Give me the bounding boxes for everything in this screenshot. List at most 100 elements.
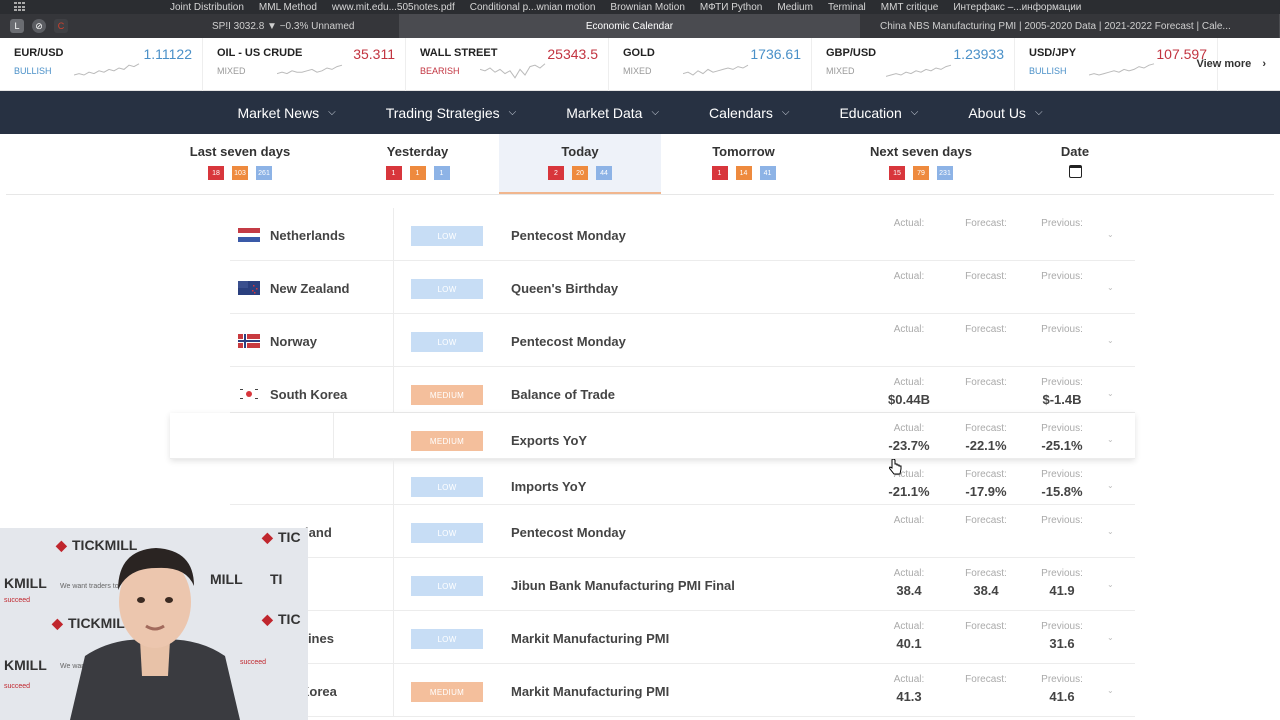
pinned-tab-circle-icon[interactable]: ⊘ (32, 19, 46, 33)
event-name[interactable]: Queen's Birthday (511, 281, 618, 296)
chevron-down-icon: ⌵ (1034, 107, 1043, 118)
bookmark-item[interactable]: MMT critique (881, 2, 939, 13)
tab-spx[interactable]: SP!I 3032.8 ▼ −0.3% Unnamed (200, 14, 400, 38)
calendar-row[interactable]: Korea MEDIUM Markit Manufacturing PMI Actua… (230, 664, 1135, 717)
bookmark-item[interactable]: Интерфакс –...информации (953, 2, 1081, 13)
previous-value: Previous: -15.8% (1032, 469, 1092, 499)
actual-value: Actual: 38.4 (879, 568, 939, 598)
day-tab-next-seven-days[interactable]: Next seven days 15 79 231 (845, 134, 997, 194)
expand-chevron-icon[interactable]: ⌄ (1107, 527, 1114, 536)
previous-value: Previous: (1032, 515, 1092, 530)
ticker-sentiment: MIXED (623, 66, 652, 76)
expand-chevron-icon[interactable]: ⌄ (1107, 389, 1114, 398)
calendar-row[interactable]: Netherlands LOW Pentecost Monday Actual: For… (230, 208, 1135, 261)
chevron-down-icon: ⌵ (328, 107, 336, 118)
bookmark-item[interactable]: Conditional p...wnian motion (470, 2, 596, 13)
ticker-item[interactable]: OIL - US CRUDE 35.311 MIXED (203, 38, 406, 91)
expand-chevron-icon[interactable]: ⌄ (1107, 283, 1114, 292)
ticker-item[interactable]: GBP/USD 1.23933 MIXED (812, 38, 1015, 91)
expand-chevron-icon[interactable]: ⌄ (1107, 686, 1114, 695)
calendar-row[interactable]: LOW Jibun Bank Manufacturing PMI Final Act… (230, 558, 1135, 611)
previous-label: Previous: (1041, 674, 1083, 685)
apps-grid-icon[interactable] (14, 2, 28, 12)
expand-chevron-icon[interactable]: ⌄ (1107, 633, 1114, 642)
event-name[interactable]: Exports YoY (511, 433, 587, 448)
calendar-row[interactable]: MEDIUM Exports YoY Actual: -23.7% Forecast: -… (170, 413, 1135, 459)
bookmark-item[interactable]: www.mit.edu...505notes.pdf (332, 2, 455, 13)
pinned-tab-c-icon[interactable]: C (54, 19, 68, 33)
row-divider (393, 314, 394, 366)
ticker-item[interactable]: GOLD 1736.61 MIXED (609, 38, 812, 91)
nav-market-data[interactable]: Market Data ⌵ (541, 105, 684, 121)
calendar-row[interactable]: LOW Imports YoY Actual: -21.1% Forecast: -17.… (230, 459, 1135, 505)
expand-chevron-icon[interactable]: ⌄ (1107, 230, 1114, 239)
event-name[interactable]: Imports YoY (511, 479, 586, 494)
calendar-row[interactable]: rland LOW Pentecost Monday Actual: Forecast:… (230, 505, 1135, 558)
event-name[interactable]: Pentecost Monday (511, 228, 626, 243)
calendar-row[interactable]: New Zealand LOW Queen's Birthday Actual: For… (230, 261, 1135, 314)
tab-economic-calendar[interactable]: Economic Calendar (400, 14, 860, 38)
expand-chevron-icon[interactable]: ⌄ (1107, 580, 1114, 589)
day-tab-tomorrow[interactable]: Tomorrow 1 14 41 (680, 134, 807, 194)
nav-calendars[interactable]: Calendars ⌵ (684, 105, 814, 121)
pinned-tabs: L ⊘ C (0, 14, 200, 38)
ticker-item[interactable]: EUR/USD 1.11122 BULLISH (0, 38, 203, 91)
importance-badge: LOW (411, 226, 483, 246)
bookmark-item[interactable]: Medium (777, 2, 813, 13)
expand-chevron-icon[interactable]: ⌄ (1107, 435, 1114, 444)
svg-text:TI: TI (270, 571, 282, 587)
event-name[interactable]: Balance of Trade (511, 387, 615, 402)
bookmark-item[interactable]: Brownian Motion (610, 2, 684, 13)
expand-chevron-icon[interactable]: ⌄ (1107, 481, 1114, 490)
day-tab-last-seven-days[interactable]: Last seven days 18 103 261 (170, 134, 310, 194)
event-name[interactable]: Markit Manufacturing PMI (511, 631, 669, 646)
actual-number: -23.7% (888, 438, 930, 453)
nav-about-us[interactable]: About Us ⌵ (943, 105, 1067, 121)
nav-education[interactable]: Education ⌵ (814, 105, 943, 121)
nav-market-news[interactable]: Market News ⌵ (212, 105, 360, 121)
calendar-row[interactable]: Norway LOW Pentecost Monday Actual: Forecast… (230, 314, 1135, 367)
calendar-row[interactable]: pines LOW Markit Manufacturing PMI Actual: 4… (230, 611, 1135, 664)
day-tabs-divider (6, 194, 1274, 195)
calendar-icon[interactable] (1068, 165, 1082, 178)
ticker-item[interactable]: WALL STREET 25343.5 BEARISH (406, 38, 609, 91)
event-name[interactable]: Markit Manufacturing PMI (511, 684, 669, 699)
event-name[interactable]: Pentecost Monday (511, 525, 626, 540)
row-divider (333, 413, 334, 458)
calendar-row[interactable]: South Korea MEDIUM Balance of Trade Actual:… (230, 367, 1135, 413)
previous-value: Previous: 41.9 (1032, 568, 1092, 598)
market-ticker: EUR/USD 1.11122 BULLISH OIL - US CRUDE 35.31… (0, 38, 1280, 91)
bookmark-item[interactable]: Terminal (828, 2, 866, 13)
flag-nz-icon (238, 281, 260, 295)
forecast-number: 38.4 (973, 583, 999, 598)
day-tab-date[interactable]: Date (1030, 134, 1120, 194)
tab-china-nbs[interactable]: China NBS Manufacturing PMI | 2005-2020 … (860, 14, 1280, 38)
forecast-label: Forecast: (965, 621, 1007, 632)
day-tab-yesterday[interactable]: Yesterday 1 1 1 (340, 134, 495, 194)
day-tab-today[interactable]: Today 2 20 44 (499, 134, 661, 194)
day-tabs: Last seven days 18 103 261 Yesterday 1 1 1 Today… (0, 134, 1280, 196)
high-impact-count: 15 (889, 166, 905, 180)
ticker-item[interactable]: USD/JPY 107.597 BULLISH (1015, 38, 1218, 91)
actual-number: 41.3 (896, 689, 922, 704)
day-tab-label: Yesterday (386, 144, 449, 159)
pinned-tab-l-icon[interactable]: L (10, 19, 24, 33)
actual-label: Actual: (893, 621, 925, 632)
importance-badge: LOW (411, 629, 483, 649)
country-name: New Zealand (270, 281, 350, 296)
nav-trading-strategies[interactable]: Trading Strategies ⌵ (361, 105, 541, 121)
expand-chevron-icon[interactable]: ⌄ (1107, 336, 1114, 345)
bookmark-item[interactable]: MML Method (259, 2, 317, 13)
event-name[interactable]: Pentecost Monday (511, 334, 626, 349)
event-name[interactable]: Jibun Bank Manufacturing PMI Final (511, 578, 735, 593)
view-more-link[interactable]: View more › (1196, 58, 1266, 70)
ticker-name: OIL - US CRUDE (217, 47, 303, 59)
actual-label: Actual: (893, 515, 925, 526)
day-tab-label: Next seven days (870, 144, 972, 159)
bookmark-item[interactable]: МФТИ Python (700, 2, 762, 13)
actual-label: Actual: (893, 271, 925, 282)
bookmark-item[interactable]: Joint Distribution (170, 2, 244, 13)
high-impact-count: 1 (711, 166, 728, 180)
actual-label: Actual: (893, 377, 925, 388)
actual-value: Actual: (879, 324, 939, 339)
